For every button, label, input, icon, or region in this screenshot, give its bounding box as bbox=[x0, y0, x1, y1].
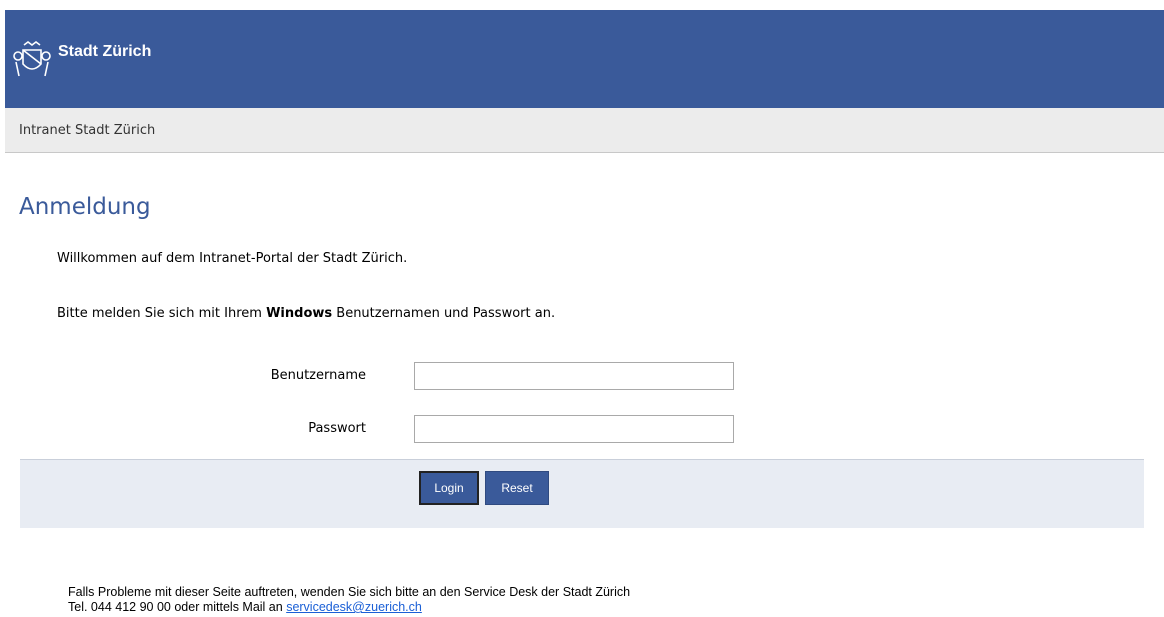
brand-title: Stadt Zürich bbox=[58, 43, 152, 60]
header-bar: Stadt Zürich bbox=[5, 10, 1164, 108]
sub-header-bar: Intranet Stadt Zürich bbox=[5, 108, 1164, 153]
welcome-text: Willkommen auf dem Intranet-Portal der S… bbox=[57, 251, 408, 266]
login-button[interactable]: Login bbox=[419, 471, 479, 505]
instruction-prefix: Bitte melden Sie sich mit Ihrem bbox=[57, 306, 267, 321]
servicedesk-email-link[interactable]: servicedesk@zuerich.ch bbox=[286, 600, 422, 614]
username-label: Benutzername bbox=[270, 368, 366, 383]
instruction-bold: Windows bbox=[266, 306, 333, 321]
footer-line-1: Falls Probleme mit dieser Seite auftrete… bbox=[68, 585, 631, 599]
password-label: Passwort bbox=[308, 421, 366, 436]
footer-line-2: Tel. 044 412 90 00 oder mittels Mail an … bbox=[68, 600, 630, 615]
footer-phone-text: Tel. 044 412 90 00 oder mittels Mail an bbox=[68, 600, 287, 614]
page-title: Anmeldung bbox=[19, 194, 151, 220]
instruction-suffix: Benutzernamen und Passwort an. bbox=[332, 306, 556, 321]
username-input[interactable] bbox=[414, 362, 734, 390]
zurich-coat-of-arms-icon bbox=[13, 41, 51, 77]
instruction-text: Bitte melden Sie sich mit Ihrem Windows … bbox=[57, 306, 555, 321]
reset-button[interactable]: Reset bbox=[485, 471, 549, 505]
password-input[interactable] bbox=[414, 415, 734, 443]
intranet-title: Intranet Stadt Zürich bbox=[19, 123, 156, 138]
form-action-bar bbox=[20, 459, 1144, 528]
footer: Falls Probleme mit dieser Seite auftrete… bbox=[68, 585, 630, 615]
